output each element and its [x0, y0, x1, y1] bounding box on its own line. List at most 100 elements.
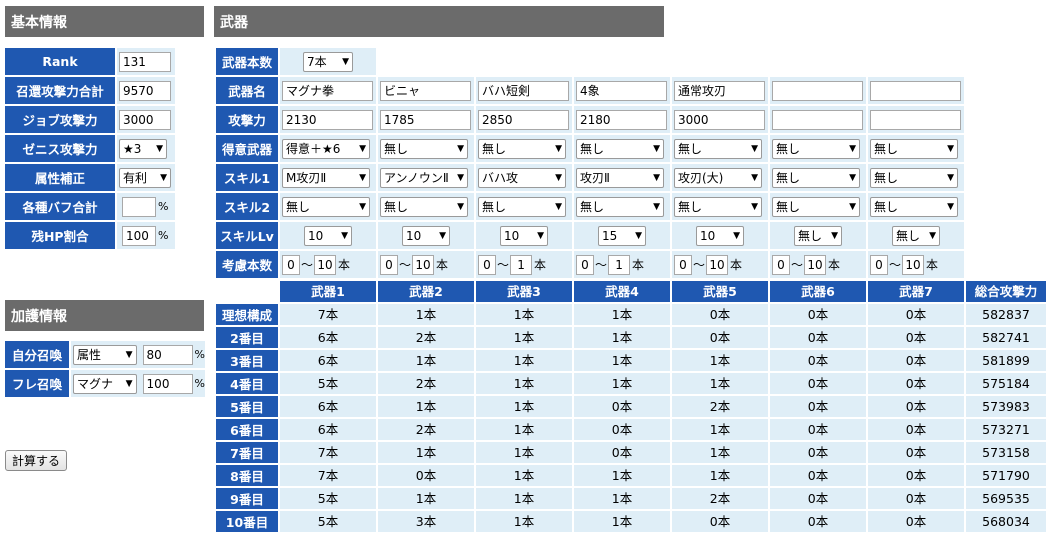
- weapon-range-min-input[interactable]: 0: [380, 254, 398, 275]
- weapon-range-min-input[interactable]: 0: [478, 254, 496, 275]
- chevron-down-icon: ▼: [457, 143, 464, 154]
- weapon-cell: 無し ▼: [378, 135, 474, 162]
- friend-summon-value-input[interactable]: [142, 373, 193, 394]
- weapon-range-max-input[interactable]: 10: [314, 254, 337, 275]
- weapon-range-min-input[interactable]: 0: [772, 254, 790, 275]
- count-cell: 1本: [476, 442, 572, 463]
- element-select[interactable]: 有利 ▼: [119, 167, 171, 188]
- weapon-skill2-select[interactable]: 無し ▼: [282, 196, 370, 217]
- weapon-range-max-input[interactable]: 10: [412, 254, 435, 275]
- count-cell: 0本: [868, 327, 964, 348]
- basic-info-panel: Rank 召還攻撃力合計 ジョブ攻撃力 ゼニス攻撃力 ★3▼ 属性補正 有利▼ …: [5, 48, 175, 251]
- count-cell: 0本: [770, 350, 866, 371]
- weapon-range-row: 考慮本数 0 ～ 10 本 0 ～ 10 本 0 ～ 1 本 0 ～ 1 本 0 ～ 10 本 0 ～ 10 本 0 ～ 10 本: [216, 251, 966, 278]
- count-cell: 0本: [770, 396, 866, 417]
- weapon-count-select[interactable]: 7本 ▼: [303, 51, 353, 72]
- weapon-skill2-select[interactable]: 無し ▼: [576, 196, 664, 217]
- weapon-range-max-input[interactable]: 1: [608, 254, 631, 275]
- weapon-atk-input[interactable]: [772, 109, 863, 130]
- weapon-skill1-select[interactable]: 無し ▼: [870, 167, 958, 188]
- hp-input[interactable]: [122, 225, 156, 246]
- weapon-range-min-input[interactable]: 0: [282, 254, 300, 275]
- weapon-skill2-select[interactable]: 無し ▼: [674, 196, 762, 217]
- self-summon-value-input[interactable]: [142, 344, 193, 365]
- weapon-skilllv-select[interactable]: 無し ▼: [892, 225, 940, 246]
- percent-unit: %: [158, 200, 169, 213]
- weapon-skill1-select[interactable]: アンノウンⅡ ▼: [380, 167, 468, 188]
- count-cell: 1本: [672, 419, 768, 440]
- weapon-atk-input[interactable]: [674, 109, 765, 130]
- weapon-atk-input[interactable]: [282, 109, 373, 130]
- weapon-range-max-input[interactable]: 10: [902, 254, 925, 275]
- weapon-name-input[interactable]: [674, 80, 765, 101]
- weapon-skill2-select[interactable]: 無し ▼: [478, 196, 566, 217]
- percent-unit: %: [194, 348, 205, 361]
- weapon-favor-select[interactable]: 無し ▼: [380, 138, 468, 159]
- weapon-range-min-input[interactable]: 0: [576, 254, 594, 275]
- self-summon-type-select[interactable]: 属性 ▼: [73, 344, 137, 365]
- weapon-skilllv-select[interactable]: 無し ▼: [794, 225, 842, 246]
- weapon-skill2-select[interactable]: 無し ▼: [380, 196, 468, 217]
- weapon-skilllv-select[interactable]: 15 ▼: [598, 225, 646, 246]
- weapon-count-row: 武器本数 7本 ▼: [216, 48, 966, 75]
- weapon-atk-input[interactable]: [870, 109, 961, 130]
- weapon-skill1-select[interactable]: 無し ▼: [772, 167, 860, 188]
- weapon-cell: 10 ▼: [672, 222, 768, 249]
- weapon-favor-select[interactable]: 無し ▼: [478, 138, 566, 159]
- weapon-cell: 無し ▼: [672, 193, 768, 220]
- weapon-name-input[interactable]: [576, 80, 667, 101]
- weapon-range-max-input[interactable]: 1: [510, 254, 533, 275]
- weapon-name-input[interactable]: [282, 80, 373, 101]
- weapon-skill2-select[interactable]: 無し ▼: [772, 196, 860, 217]
- weapon-skilllv-select[interactable]: 10 ▼: [500, 225, 548, 246]
- weapon-favor-select[interactable]: 無し ▼: [674, 138, 762, 159]
- total-atk-cell: 575184: [966, 373, 1046, 394]
- weapon-favor-select[interactable]: 得意＋★6 ▼: [282, 138, 370, 159]
- weapon-skilllv-label: スキルLv: [216, 222, 278, 249]
- weapon-skilllv-select[interactable]: 10 ▼: [402, 225, 450, 246]
- weapon-name-input[interactable]: [380, 80, 471, 101]
- weapon-range-max-input[interactable]: 10: [804, 254, 827, 275]
- count-cell: 1本: [672, 442, 768, 463]
- zenith-atk-select[interactable]: ★3 ▼: [119, 138, 167, 159]
- weapon-name-input[interactable]: [772, 80, 863, 101]
- weapon-favor-select[interactable]: 無し ▼: [772, 138, 860, 159]
- weapon-skill2-select[interactable]: 無し ▼: [870, 196, 958, 217]
- calculate-button[interactable]: 計算する: [5, 450, 68, 471]
- weapon-skilllv-select[interactable]: 10 ▼: [304, 225, 352, 246]
- weapon-favor-select[interactable]: 無し ▼: [576, 138, 664, 159]
- weapon-atk-input[interactable]: [576, 109, 667, 130]
- weapon-atk-input[interactable]: [478, 109, 569, 130]
- weapon-atk-input[interactable]: [380, 109, 471, 130]
- chevron-down-icon: ▼: [439, 230, 446, 241]
- summon-atk-input[interactable]: [119, 80, 171, 101]
- weapon-favor-label: 得意武器: [216, 135, 278, 162]
- chevron-down-icon: ▼: [751, 201, 758, 212]
- weapon-favor-select-value: 得意＋★6: [286, 142, 341, 156]
- weapon-name-input[interactable]: [870, 80, 961, 101]
- weapon-skill1-select-value: 無し: [776, 171, 801, 185]
- friend-summon-type-select[interactable]: マグナ ▼: [73, 373, 137, 394]
- weapon-range-min-input[interactable]: 0: [870, 254, 888, 275]
- buff-input[interactable]: [122, 196, 156, 217]
- rank-input[interactable]: [119, 51, 171, 72]
- weapon-col-header: 武器6: [770, 281, 866, 302]
- chevron-down-icon: ▼: [125, 349, 133, 360]
- chevron-down-icon: ▼: [831, 230, 838, 241]
- chevron-down-icon: ▼: [653, 143, 660, 154]
- weapon-skill1-select[interactable]: バハ攻 ▼: [478, 167, 566, 188]
- weapon-skill1-select[interactable]: 攻刃(大) ▼: [674, 167, 762, 188]
- weapon-cell: 得意＋★6 ▼: [280, 135, 376, 162]
- weapon-range-max-input[interactable]: 10: [706, 254, 729, 275]
- weapon-name-input[interactable]: [478, 80, 569, 101]
- job-atk-input[interactable]: [119, 109, 171, 130]
- weapon-cell: 無し ▼: [672, 135, 768, 162]
- weapon-skill1-select[interactable]: 攻刃Ⅱ ▼: [576, 167, 664, 188]
- weapon-skill1-select[interactable]: M攻刃Ⅱ ▼: [282, 167, 370, 188]
- weapon-favor-select[interactable]: 無し ▼: [870, 138, 958, 159]
- weapon-cell: [476, 77, 572, 104]
- chevron-down-icon: ▼: [947, 143, 954, 154]
- weapon-range-min-input[interactable]: 0: [674, 254, 692, 275]
- count-cell: 7本: [280, 442, 376, 463]
- weapon-skilllv-select[interactable]: 10 ▼: [696, 225, 744, 246]
